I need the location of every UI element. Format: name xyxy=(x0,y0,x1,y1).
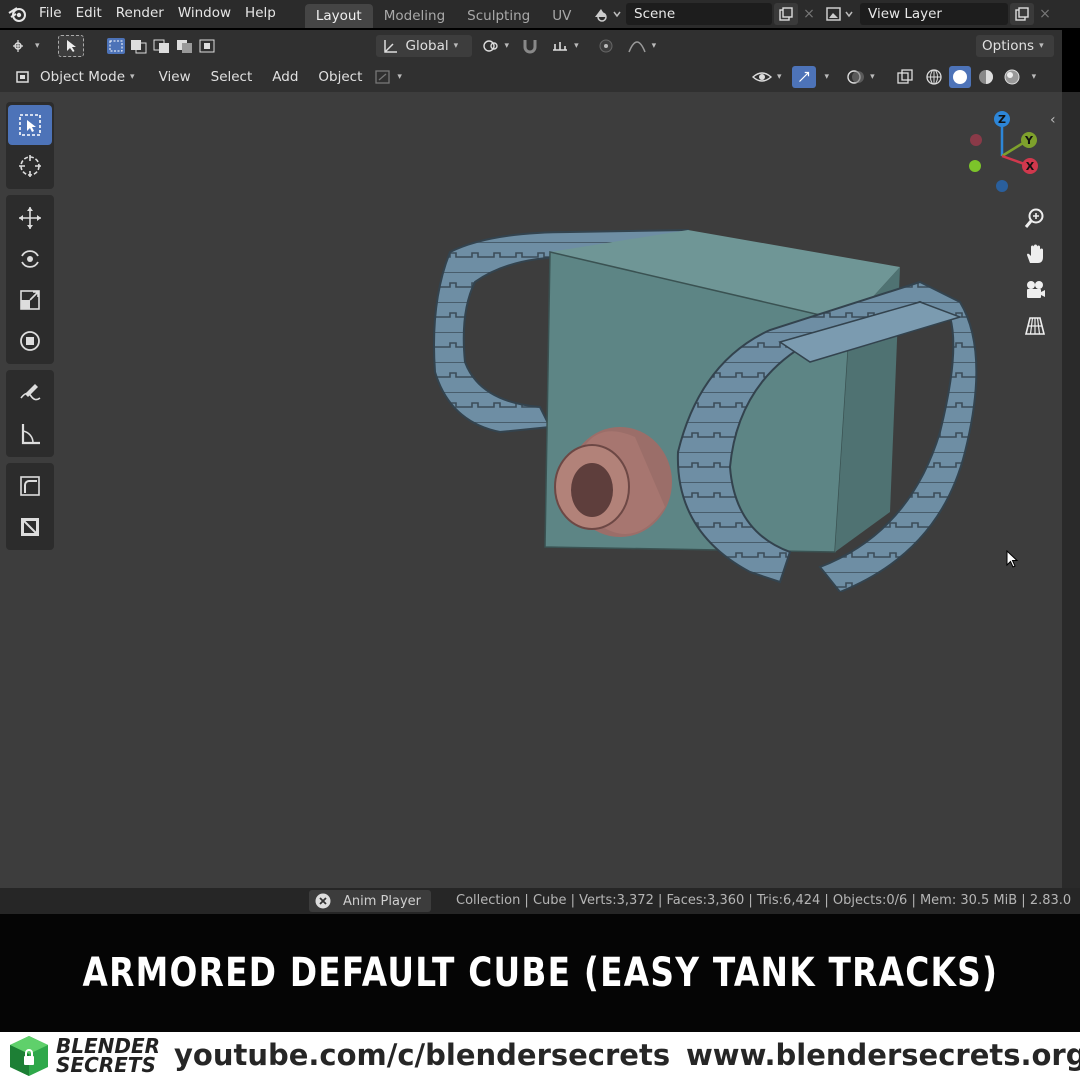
navigation-gizmo[interactable]: Z Y X xyxy=(960,106,1050,196)
anim-player-label: Anim Player xyxy=(343,893,421,909)
blender-logo-icon[interactable] xyxy=(0,0,36,28)
tab-modeling[interactable]: Modeling xyxy=(373,4,456,28)
scene-statistics: Collection | Cube | Verts:3,372 | Faces:… xyxy=(456,893,1072,908)
perspective-grid-icon[interactable] xyxy=(1018,310,1052,342)
menu-object[interactable]: Object xyxy=(312,66,368,88)
snap-icon[interactable] xyxy=(515,35,545,57)
tab-layout[interactable]: Layout xyxy=(304,4,373,28)
transform-tool-icon[interactable] xyxy=(8,321,52,361)
brand-block: BLENDER SECRETS xyxy=(8,1034,160,1078)
menu-file[interactable]: File xyxy=(36,0,73,28)
new-scene-icon[interactable] xyxy=(774,3,798,25)
tool-settings-header: ▾ Global ▾ ▾ ▾ ▾ Options ▾ xyxy=(0,30,1062,62)
anim-player-button[interactable]: Anim Player xyxy=(309,890,431,912)
3d-viewport[interactable]: Z Y X ‹ xyxy=(0,92,1062,888)
blender-secrets-cube-logo-icon xyxy=(10,1036,48,1076)
measure-tool-icon[interactable] xyxy=(8,414,52,454)
caption-title: ARMORED DEFAULT CUBE (EASY TANK TRACKS) xyxy=(82,950,998,996)
proportional-editing-icon[interactable] xyxy=(591,35,621,57)
gizmo-z-label: Z xyxy=(998,113,1006,126)
remove-scene-close-icon[interactable]: × xyxy=(798,6,820,22)
toolbar-group-transform xyxy=(6,195,54,364)
view-layer-icon[interactable] xyxy=(820,3,860,25)
shading-solid-icon[interactable] xyxy=(948,66,971,88)
move-tool-icon[interactable] xyxy=(8,198,52,238)
editor-type-icon[interactable]: ▾ xyxy=(6,35,46,57)
zoom-icon[interactable] xyxy=(1018,202,1052,234)
add-primitive-tool-icon[interactable] xyxy=(8,507,52,547)
scale-tool-icon[interactable] xyxy=(8,280,52,320)
close-circle-icon[interactable] xyxy=(315,893,331,909)
website-url[interactable]: www.blendersecrets.org xyxy=(686,1038,1080,1072)
select-box-tool-icon[interactable] xyxy=(8,105,52,145)
annotate-tool-icon[interactable] xyxy=(8,373,52,413)
shading-rendered-icon[interactable] xyxy=(1001,66,1023,88)
gizmo-y-label: Y xyxy=(1024,134,1034,147)
scene-selector: Scene × View Layer × xyxy=(592,2,1056,26)
transform-affect-icon[interactable]: ▾ xyxy=(368,66,408,88)
options-dropdown[interactable]: Options ▾ xyxy=(976,35,1054,57)
tab-uv[interactable]: UV xyxy=(541,4,582,28)
object-mode-dropdown[interactable]: Object Mode ▾ xyxy=(8,66,141,88)
viewport-header: Object Mode ▾ View Select Add Object ▾ ▾ … xyxy=(0,62,1062,92)
menu-edit[interactable]: Edit xyxy=(73,0,113,28)
workspace-tabs: Layout Modeling Sculpting UV xyxy=(304,0,583,28)
cursor-tool-icon[interactable] xyxy=(8,146,52,186)
toolbar-group-add xyxy=(6,463,54,550)
pivot-point-icon[interactable]: ▾ xyxy=(476,35,516,57)
new-view-layer-icon[interactable] xyxy=(1010,3,1034,25)
menu-help[interactable]: Help xyxy=(242,0,287,28)
gizmo-x-label: X xyxy=(1026,160,1035,173)
sidebar-toggle-icon[interactable]: ‹ xyxy=(1050,112,1056,128)
top-menu-bar: File Edit Render Window Help Layout Mode… xyxy=(0,0,1080,28)
brand-line-2: SECRETS xyxy=(56,1053,156,1077)
menu-select[interactable]: Select xyxy=(205,66,259,88)
status-bar: Anim Player Collection | Cube | Verts:3,… xyxy=(0,888,1080,914)
left-toolbar xyxy=(6,102,54,556)
falloff-icon[interactable]: ▾ xyxy=(621,35,663,57)
menu-view[interactable]: View xyxy=(153,66,197,88)
video-caption: ARMORED DEFAULT CUBE (EASY TANK TRACKS) xyxy=(0,914,1080,1032)
branding-footer: BLENDER SECRETS youtube.com/c/blendersec… xyxy=(0,1032,1080,1080)
right-region-strip xyxy=(1062,92,1080,888)
youtube-url[interactable]: youtube.com/c/blendersecrets xyxy=(174,1038,670,1072)
visibility-eye-icon[interactable]: ▾ xyxy=(746,66,788,88)
shading-dropdown-icon[interactable]: ▾ xyxy=(1032,72,1037,82)
object-mode-label: Object Mode xyxy=(40,69,126,85)
snap-target-icon[interactable]: ▾ xyxy=(545,35,585,57)
menu-add[interactable]: Add xyxy=(266,66,304,88)
tab-sculpting[interactable]: Sculpting xyxy=(456,4,541,28)
add-cube-tool-icon[interactable] xyxy=(8,466,52,506)
overlays-icon[interactable]: ▾ xyxy=(841,66,881,88)
rotate-tool-icon[interactable] xyxy=(8,239,52,279)
menu-render[interactable]: Render xyxy=(113,0,175,28)
pan-hand-icon[interactable] xyxy=(1018,238,1052,270)
camera-view-icon[interactable] xyxy=(1018,274,1052,306)
select-tool-icon[interactable] xyxy=(57,35,84,57)
remove-view-layer-close-icon[interactable]: × xyxy=(1034,6,1056,22)
shading-material-icon[interactable] xyxy=(975,66,997,88)
gizmo-dropdown-icon[interactable]: ▾ xyxy=(825,72,830,82)
scene-name-field[interactable]: Scene xyxy=(626,3,772,25)
transform-orientation-dropdown[interactable]: Global ▾ xyxy=(375,35,472,57)
xray-icon[interactable] xyxy=(891,66,919,88)
view-layer-field[interactable]: View Layer xyxy=(860,3,1008,25)
scene-icon[interactable] xyxy=(592,3,626,25)
options-label: Options xyxy=(982,38,1035,54)
mouse-cursor-icon xyxy=(1006,550,1019,568)
tank-model[interactable] xyxy=(420,212,980,592)
toolbar-group-annotate xyxy=(6,370,54,457)
selection-mode-icons[interactable] xyxy=(100,35,224,57)
menu-window[interactable]: Window xyxy=(175,0,242,28)
shading-wireframe-icon[interactable] xyxy=(923,66,945,88)
transform-orientation-label: Global xyxy=(405,38,449,54)
toolbar-group-select xyxy=(6,102,54,189)
gizmo-toggle-icon[interactable] xyxy=(791,66,816,88)
